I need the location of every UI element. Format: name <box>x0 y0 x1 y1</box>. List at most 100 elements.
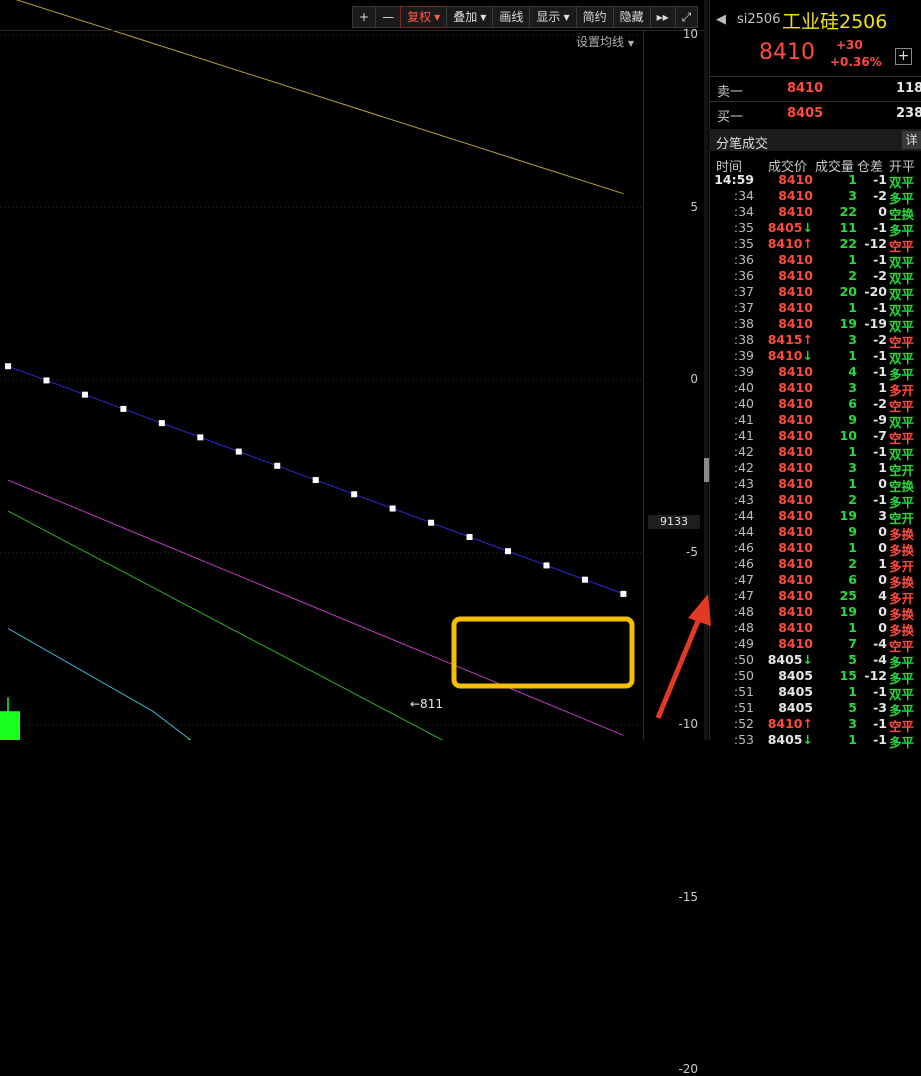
kline-chart[interactable] <box>0 0 708 740</box>
tick-row[interactable]: :47 8410 6 0 多换 <box>709 572 921 590</box>
tick-row[interactable]: :40 8410 6 -2 空平 <box>709 396 921 414</box>
add-to-watchlist-button[interactable]: + <box>895 48 912 65</box>
tick-row[interactable]: :39 8410 4 -1 多平 <box>709 364 921 382</box>
tick-row[interactable]: :44 8410 19 3 空开 <box>709 508 921 526</box>
tick-row[interactable]: :52 8410↑ 3 -1 空平 <box>709 716 921 734</box>
tick-row[interactable]: :37 8410 20 -20 双平 <box>709 284 921 302</box>
tick-row[interactable]: :48 8410 1 0 多换 <box>709 620 921 638</box>
tick-oi-change: -1 <box>873 252 887 267</box>
tick-volume: 19 <box>839 316 857 331</box>
tick-price-value: 8415 <box>767 332 803 347</box>
tick-price: 8410 <box>765 508 813 523</box>
tick-price: 8410 <box>765 524 813 539</box>
tick-time: 14:59 <box>714 172 754 187</box>
panel-splitter[interactable] <box>704 0 708 740</box>
display-button[interactable]: 显示 ▼ <box>529 6 577 28</box>
tick-row[interactable]: :41 8410 10 -7 空平 <box>709 428 921 446</box>
tick-volume: 2 <box>848 492 857 507</box>
tick-row[interactable]: :41 8410 9 -9 双平 <box>709 412 921 430</box>
tick-time: :35 <box>733 236 754 251</box>
tick-row[interactable]: 14:59 8410 1 -1 双平 <box>709 172 921 190</box>
tick-row[interactable]: :35 8405↓ 11 -1 多平 <box>709 220 921 238</box>
tick-row[interactable]: :47 8410 25 4 多开 <box>709 588 921 606</box>
tick-row[interactable]: :38 8415↑ 3 -2 空平 <box>709 332 921 350</box>
tick-row[interactable]: :34 8410 3 -2 多平 <box>709 188 921 206</box>
tick-time: :40 <box>733 380 754 395</box>
tick-time: :34 <box>733 188 754 203</box>
tick-oi-change: 1 <box>878 460 887 475</box>
tick-time: :50 <box>733 652 754 667</box>
tick-price: 8410 <box>765 428 813 443</box>
tick-time: :48 <box>733 620 754 635</box>
ma-setting-link[interactable]: 设置均线 ▼ <box>576 33 634 50</box>
tick-price: 8410↓ <box>765 348 813 363</box>
tick-row[interactable]: :42 8410 1 -1 双平 <box>709 444 921 462</box>
draw-line-button[interactable]: 画线 <box>492 6 531 28</box>
tick-row[interactable]: :50 8405↓ 5 -4 多平 <box>709 652 921 670</box>
tick-row[interactable]: :38 8410 19 -19 双平 <box>709 316 921 334</box>
tick-volume: 3 <box>848 460 857 475</box>
tick-volume: 3 <box>848 332 857 347</box>
tick-row[interactable]: :51 8405 5 -3 多平 <box>709 700 921 718</box>
tick-oi-change: -2 <box>873 188 887 203</box>
tick-oi-change: -1 <box>873 300 887 315</box>
kline-chart-panel[interactable] <box>0 0 708 740</box>
tick-row[interactable]: :39 8410↓ 1 -1 双平 <box>709 348 921 366</box>
tick-price-value: 8410 <box>767 236 803 251</box>
tick-row[interactable]: :46 8410 2 1 多开 <box>709 556 921 574</box>
current-price-tag: 9133 <box>648 515 700 529</box>
tick-time: :38 <box>733 316 754 331</box>
sell-one-price: 8410 <box>787 81 824 96</box>
tick-time: :42 <box>733 460 754 475</box>
tick-volume: 2 <box>848 556 857 571</box>
tick-row[interactable]: :43 8410 2 -1 多平 <box>709 492 921 510</box>
tick-time: :48 <box>733 604 754 619</box>
ma-line-marker <box>235 448 242 455</box>
tick-price: 8405↓ <box>765 652 813 667</box>
tick-price: 8410 <box>765 556 813 571</box>
tick-row[interactable]: :40 8410 3 1 多开 <box>709 380 921 398</box>
tick-volume: 1 <box>848 684 857 699</box>
ma-line <box>7 479 624 736</box>
tick-oi-change: -12 <box>864 668 887 683</box>
tick-row[interactable]: :43 8410 1 0 空换 <box>709 476 921 494</box>
tick-price: 8410 <box>765 172 813 187</box>
ticks-detail-button[interactable]: 详 <box>902 131 921 149</box>
chevron-down-icon: ▼ <box>563 12 570 22</box>
axis-tick-label: 5 <box>690 199 698 214</box>
tick-price: 8410 <box>765 252 813 267</box>
adjust-button[interactable]: 复权 ▼ <box>400 6 448 28</box>
tick-price-value: 8405 <box>767 220 803 235</box>
zoom-in-button[interactable]: + <box>352 6 377 28</box>
tick-oi-change: -4 <box>873 636 887 651</box>
tick-row[interactable]: :36 8410 2 -2 双平 <box>709 268 921 286</box>
tick-row[interactable]: :46 8410 1 0 多换 <box>709 540 921 558</box>
back-arrow-icon[interactable]: ◀ <box>716 12 726 27</box>
zoom-out-button[interactable]: — <box>375 6 402 28</box>
tick-row[interactable]: :51 8405 1 -1 双平 <box>709 684 921 702</box>
simple-mode-button[interactable]: 简约 <box>575 6 614 28</box>
hide-button[interactable]: 隐藏 <box>612 6 651 28</box>
tick-price-value: 8410 <box>778 428 813 443</box>
ma-line-marker <box>43 377 50 384</box>
tick-row[interactable]: :35 8410↑ 22 -12 空平 <box>709 236 921 254</box>
tick-row[interactable]: :34 8410 22 0 空换 <box>709 204 921 222</box>
tick-row[interactable]: :48 8410 19 0 多换 <box>709 604 921 622</box>
tick-row[interactable]: :44 8410 9 0 多换 <box>709 524 921 542</box>
tick-row[interactable]: :53 8405↓ 1 -1 多平 <box>709 732 921 750</box>
tick-row[interactable]: :42 8410 3 1 空开 <box>709 460 921 478</box>
expand-right-button[interactable]: ▸▸ <box>649 6 676 28</box>
tick-row[interactable]: :37 8410 1 -1 双平 <box>709 300 921 318</box>
tick-time: :50 <box>733 668 754 683</box>
tick-price: 8410 <box>765 620 813 635</box>
tick-row[interactable]: :50 8405 15 -12 多平 <box>709 668 921 686</box>
tick-time: :49 <box>733 636 754 651</box>
tick-row[interactable]: :49 8410 7 -4 空平 <box>709 636 921 654</box>
tick-price: 8410 <box>765 444 813 459</box>
tick-volume: 6 <box>848 396 857 411</box>
tick-row[interactable]: :36 8410 1 -1 双平 <box>709 252 921 270</box>
ma-line-marker <box>351 491 358 498</box>
tick-price-value: 8410 <box>778 172 813 187</box>
fullscreen-button[interactable]: ⤢ <box>674 6 699 28</box>
overlay-button[interactable]: 叠加 ▼ <box>446 6 494 28</box>
